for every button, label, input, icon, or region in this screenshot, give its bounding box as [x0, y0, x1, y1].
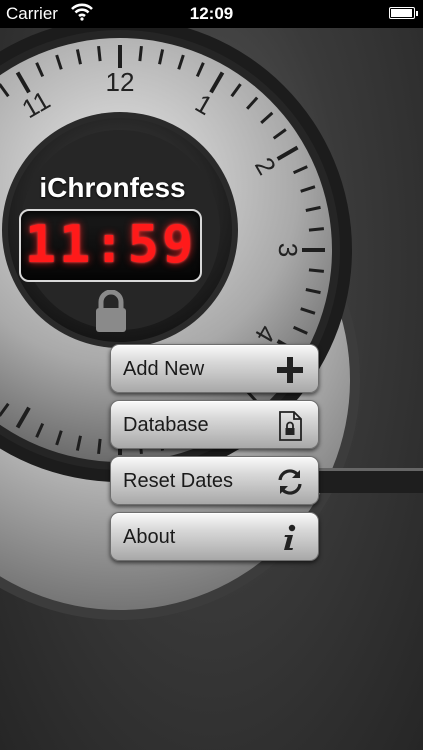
add-new-label: Add New — [123, 358, 205, 380]
status-time: 12:09 — [189, 4, 234, 23]
reset-dates-button[interactable]: Reset Dates — [110, 456, 319, 505]
dial-tick — [308, 227, 325, 232]
add-new-button[interactable]: Add New — [110, 344, 319, 393]
dial-tick — [308, 268, 325, 273]
reset-dates-label: Reset Dates — [123, 470, 234, 492]
dial-tick — [97, 45, 102, 62]
dial-tick — [138, 45, 143, 62]
refresh-icon — [278, 469, 302, 495]
info-icon — [284, 524, 296, 550]
led-clock-time: 11:59 — [24, 215, 197, 275]
about-label: About — [123, 526, 176, 548]
plus-icon — [277, 357, 303, 383]
battery-icon — [389, 7, 418, 19]
lock-icon — [96, 290, 126, 332]
dial-number: 12 — [106, 67, 135, 97]
locked-document-icon — [279, 411, 302, 441]
app-title: iChronfess — [39, 172, 186, 203]
database-label: Database — [123, 414, 209, 436]
status-bar: Carrier 12:09 — [0, 0, 423, 28]
database-button[interactable]: Database — [110, 400, 319, 449]
led-clock-panel: 11:59 — [19, 209, 202, 282]
dial-number: 3 — [273, 243, 303, 257]
dial-tick — [97, 438, 102, 455]
about-button[interactable]: About — [110, 512, 319, 561]
